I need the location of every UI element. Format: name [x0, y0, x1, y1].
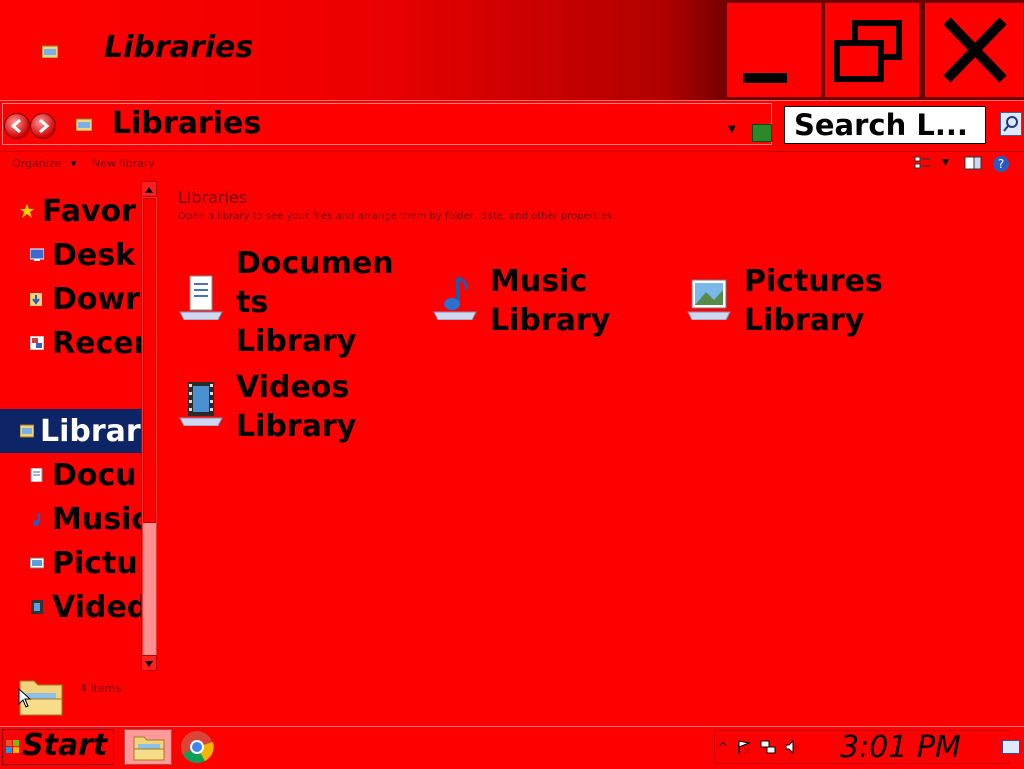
- navigation-pane: Favor Desk Dowr Recer Librar Docu Music …: [0, 178, 158, 678]
- documents-icon: [30, 468, 43, 482]
- minimize-button[interactable]: [726, 2, 822, 98]
- view-dropdown-icon[interactable]: ▼: [942, 158, 949, 168]
- videos-icon: [31, 600, 43, 614]
- taskbar-chrome-button[interactable]: [178, 729, 218, 765]
- scroll-up-arrow-icon: [145, 187, 153, 193]
- library-tile-music[interactable]: Music Library: [430, 262, 650, 344]
- preview-pane-icon[interactable]: [964, 156, 982, 170]
- library-label-line2: Library: [490, 303, 611, 338]
- library-label-line2: Library: [744, 303, 865, 338]
- library-label-line3: Library: [236, 324, 357, 359]
- libraries-folder-icon: [20, 424, 34, 438]
- network-icon[interactable]: [760, 739, 776, 755]
- windows-logo-icon: [6, 740, 19, 753]
- content-heading: Libraries: [178, 188, 248, 207]
- library-label-line1: Pictures: [744, 264, 883, 299]
- window-title: Libraries: [104, 30, 254, 65]
- library-tile-videos[interactable]: Videos Library: [176, 368, 396, 450]
- show-desktop-button[interactable]: [1002, 740, 1020, 754]
- forward-button[interactable]: [30, 113, 56, 139]
- documents-library-icon: [179, 275, 223, 320]
- address-dropdown-icon[interactable]: ▼: [728, 124, 736, 135]
- action-center-flag-icon[interactable]: [736, 739, 752, 755]
- mouse-cursor-icon: [18, 688, 32, 708]
- chrome-icon: [181, 731, 214, 763]
- library-label-line1: Videos: [236, 370, 350, 405]
- back-arrow-icon: [10, 118, 21, 134]
- library-label-line2: Library: [236, 409, 357, 444]
- show-hidden-icons-button[interactable]: ^: [718, 740, 728, 754]
- nav-item-documents[interactable]: Docu: [52, 458, 137, 493]
- nav-item-videos[interactable]: Vided: [52, 590, 148, 625]
- search-placeholder: Search L...: [794, 108, 968, 142]
- library-label-line1: Documen: [236, 246, 394, 281]
- recent-places-icon: [30, 336, 44, 350]
- chevron-down-icon: ▾: [70, 157, 77, 170]
- help-icon[interactable]: ?: [992, 155, 1010, 173]
- organize-button[interactable]: Organize ▾: [12, 157, 76, 170]
- organize-label: Organize: [12, 157, 62, 170]
- music-icon: [33, 513, 40, 526]
- scroll-up-button[interactable]: [141, 181, 157, 197]
- close-icon: [943, 17, 1007, 83]
- scroll-down-arrow-icon: [145, 661, 153, 667]
- search-icon[interactable]: [1000, 112, 1022, 136]
- pictures-icon: [30, 557, 44, 569]
- nav-item-libraries[interactable]: Librar: [40, 414, 141, 449]
- file-explorer-icon: [133, 736, 165, 761]
- nav-item-desktop[interactable]: Desk: [52, 238, 135, 273]
- view-options-icon[interactable]: [914, 156, 932, 170]
- pictures-library-icon: [687, 279, 731, 320]
- nav-item-favorites[interactable]: Favor: [42, 194, 136, 229]
- nav-item-music[interactable]: Music: [52, 502, 149, 537]
- restore-button[interactable]: [824, 2, 920, 98]
- magnifier-icon: [1003, 116, 1018, 132]
- back-button[interactable]: [4, 113, 30, 139]
- libraries-folder-icon: [76, 118, 92, 131]
- scroll-thumb[interactable]: [143, 198, 156, 523]
- library-tile-documents[interactable]: Documen ts Library: [176, 244, 416, 364]
- nav-item-downloads[interactable]: Dowr: [52, 282, 140, 317]
- taskbar-clock[interactable]: 3:01 PM: [840, 730, 961, 765]
- new-library-button[interactable]: New library: [92, 157, 155, 170]
- nav-item-recent-places[interactable]: Recer: [52, 326, 148, 361]
- downloads-icon: [30, 293, 42, 306]
- svg-text:?: ?: [998, 157, 1004, 171]
- libraries-folder-icon: [42, 45, 58, 58]
- close-button[interactable]: [924, 2, 1024, 98]
- address-path[interactable]: Libraries: [112, 106, 261, 141]
- start-label: Start: [22, 728, 108, 763]
- scroll-track-lower[interactable]: [143, 523, 156, 655]
- content-description: Open a library to see your files and arr…: [178, 211, 616, 222]
- restore-icon: [834, 20, 902, 82]
- forward-arrow-icon: [39, 118, 50, 134]
- library-label-line2: ts: [236, 285, 269, 320]
- favorites-star-icon: [20, 204, 34, 218]
- minimize-icon: [743, 73, 787, 83]
- volume-muted-icon[interactable]: [784, 739, 800, 755]
- refresh-icon[interactable]: [752, 124, 772, 142]
- scroll-down-button[interactable]: [141, 655, 157, 671]
- videos-library-icon: [179, 382, 223, 426]
- item-count: 4 items: [80, 682, 122, 695]
- library-tile-pictures[interactable]: Pictures Library: [684, 262, 904, 344]
- music-library-icon: [433, 276, 477, 320]
- taskbar-explorer-button[interactable]: [124, 729, 172, 765]
- nav-item-pictures[interactable]: Pictu: [52, 546, 138, 581]
- desktop-icon: [30, 248, 44, 261]
- library-label-line1: Music: [490, 264, 588, 299]
